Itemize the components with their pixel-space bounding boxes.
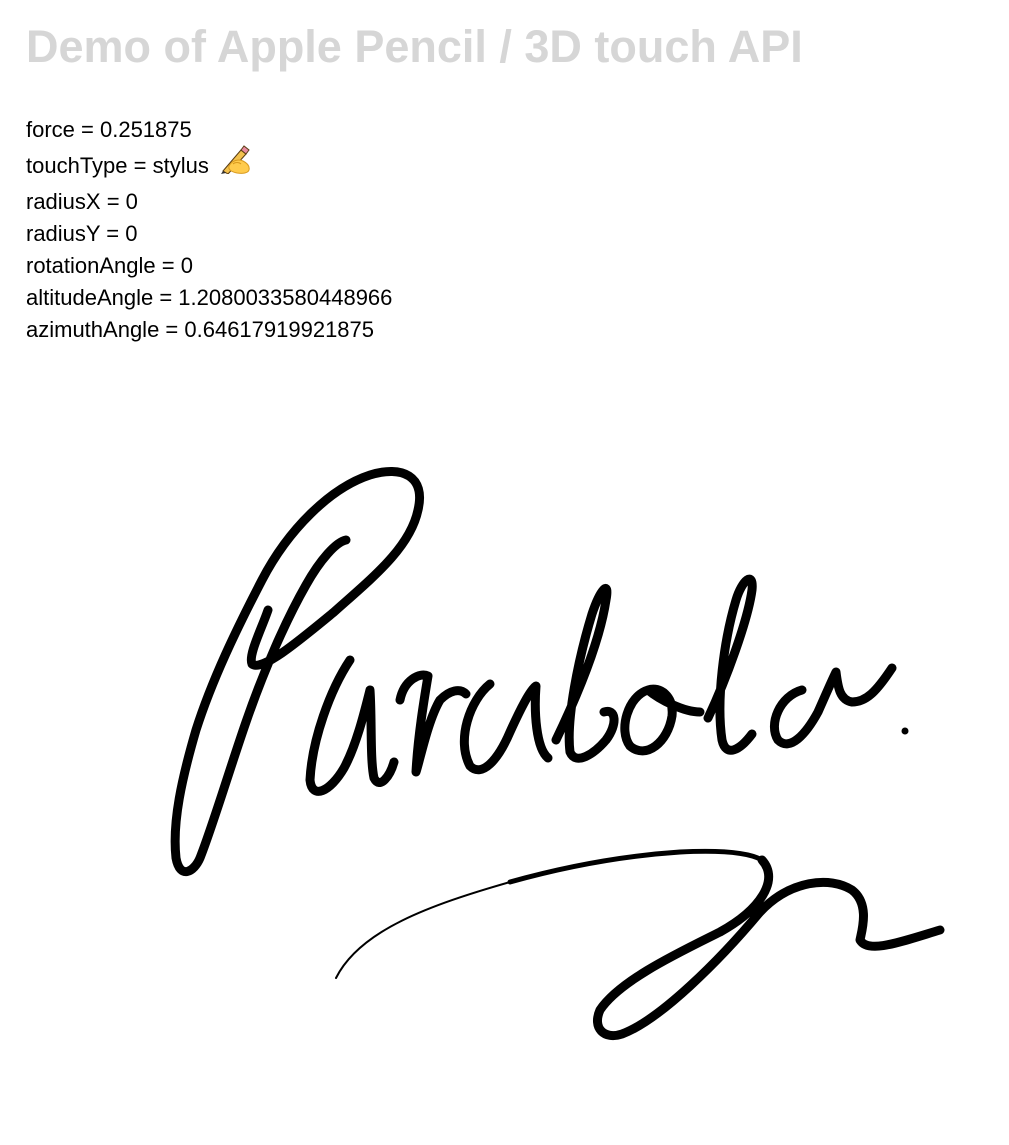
writing-hand-icon	[219, 144, 253, 187]
radius-x-readout: radiusX = 0	[26, 189, 138, 214]
altitude-angle-readout: altitudeAngle = 1.2080033580448966	[26, 285, 393, 310]
ink-stroke-p-loop	[170, 467, 424, 876]
touch-type-label: touchType = stylus	[26, 153, 209, 178]
ink-stroke-b	[551, 583, 619, 763]
radius-y-readout: radiusY = 0	[26, 221, 138, 246]
ink-stroke-a3	[769, 663, 897, 749]
drawing-canvas[interactable]	[0, 360, 1009, 1145]
ink-stroke-r	[395, 670, 471, 777]
ink-stroke-l	[703, 574, 757, 755]
page-title: Demo of Apple Pencil / 3D touch API	[26, 21, 803, 72]
ink-stroke-swash-thin	[335, 881, 511, 979]
ink-stroke-a1	[305, 655, 399, 796]
ink-stroke-swash-mid	[507, 848, 765, 885]
ink-stroke-o	[620, 684, 705, 756]
handwriting-drawing	[170, 467, 945, 1040]
force-readout: force = 0.251875	[26, 117, 192, 142]
azimuth-angle-readout: azimuthAngle = 0.64617919921875	[26, 317, 375, 342]
ink-stroke-swash-hook	[593, 855, 945, 1040]
touch-readouts: force = 0.251875 touchType = stylus radi…	[26, 114, 392, 346]
ink-dot	[901, 727, 909, 735]
ink-stroke-a2	[459, 679, 553, 775]
touch-type-readout: touchType = stylus	[26, 144, 392, 187]
rotation-angle-readout: rotationAngle = 0	[26, 253, 193, 278]
